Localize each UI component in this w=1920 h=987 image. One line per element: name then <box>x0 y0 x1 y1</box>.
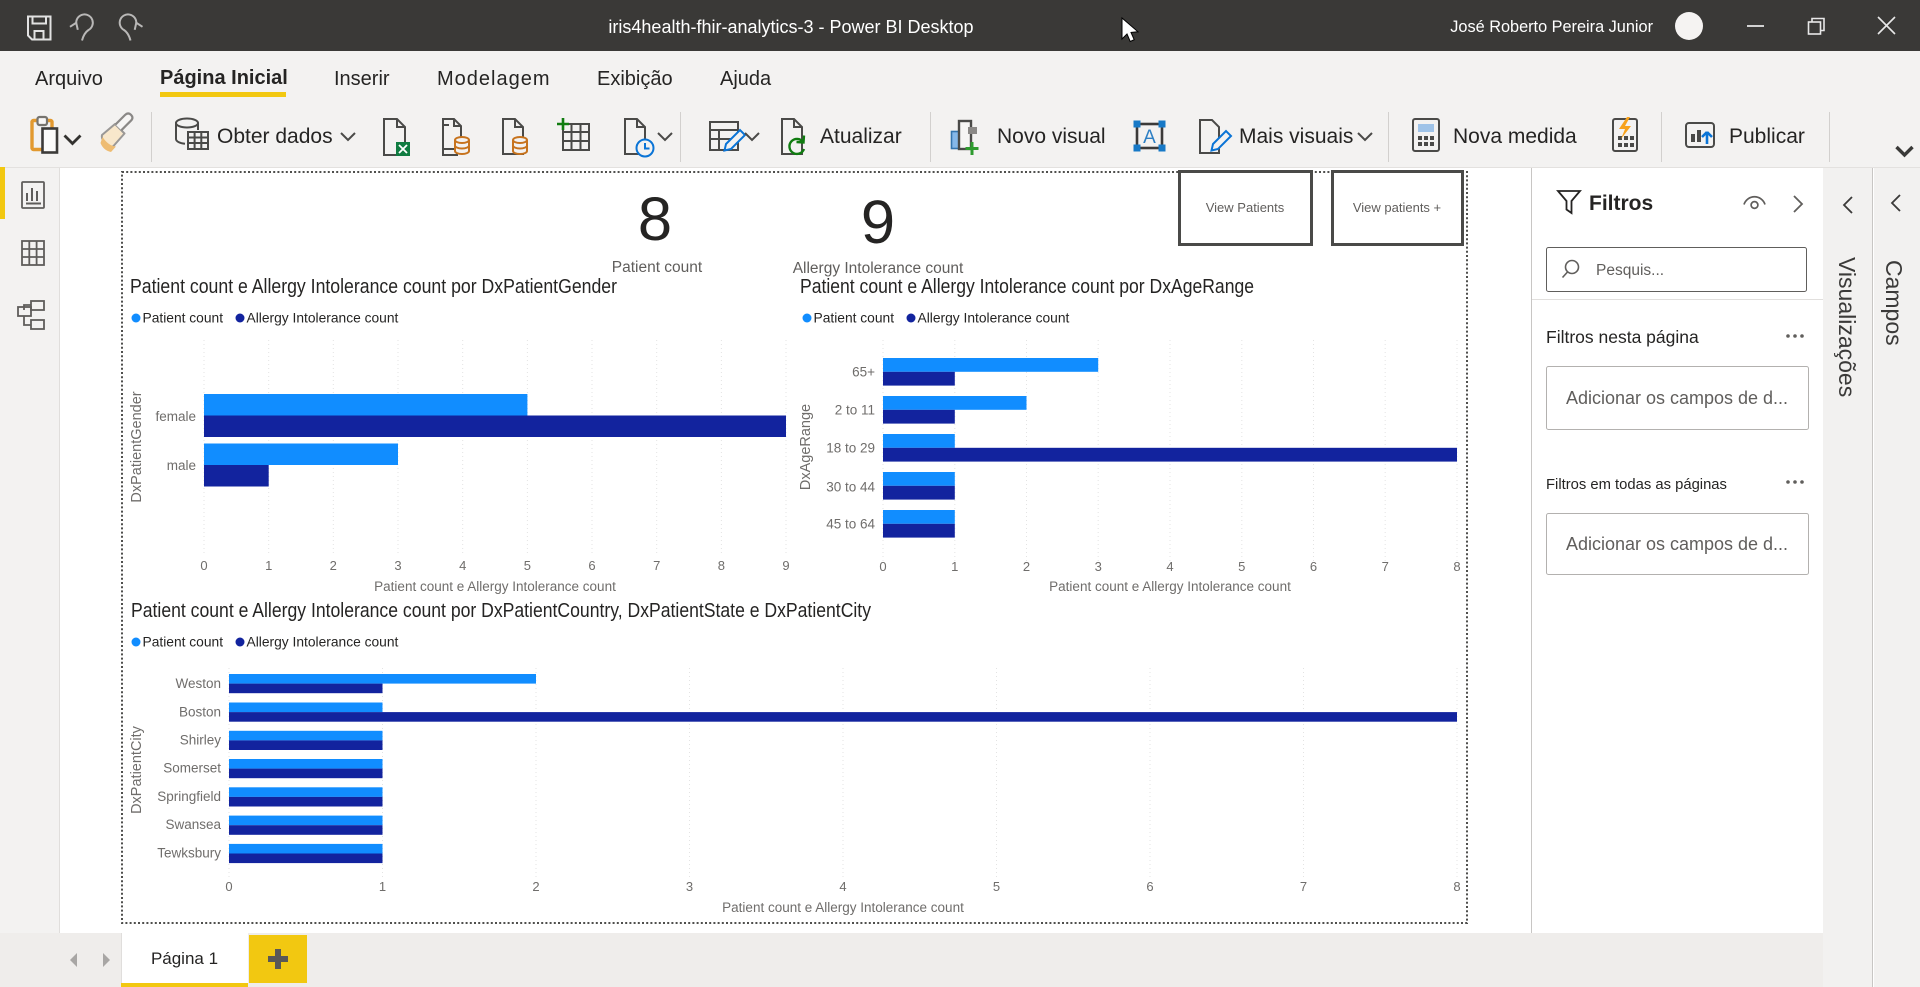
svg-text:3: 3 <box>394 558 401 573</box>
svg-text:DxPatientGender: DxPatientGender <box>129 391 145 502</box>
svg-text:Filtros nesta página: Filtros nesta página <box>1546 327 1699 347</box>
svg-text:Filtros em todas as páginas: Filtros em todas as páginas <box>1546 477 1727 493</box>
svg-text:Patient count: Patient count <box>143 635 224 650</box>
svg-text:Weston: Weston <box>175 676 221 691</box>
svg-text:2: 2 <box>532 879 539 894</box>
svg-text:Adicionar os campos de d...: Adicionar os campos de d... <box>1566 388 1788 408</box>
svg-text:18 to 29: 18 to 29 <box>826 441 875 456</box>
svg-text:Adicionar os campos de d...: Adicionar os campos de d... <box>1566 534 1788 554</box>
svg-text:José Roberto Pereira Junior: José Roberto Pereira Junior <box>1450 18 1653 36</box>
svg-text:View patients +: View patients + <box>1353 200 1441 215</box>
svg-text:Allergy Intolerance count: Allergy Intolerance count <box>247 635 399 650</box>
svg-text:0: 0 <box>200 558 207 573</box>
svg-text:8: 8 <box>718 558 725 573</box>
svg-text:7: 7 <box>653 558 660 573</box>
svg-text:7: 7 <box>1300 879 1307 894</box>
svg-text:Mais visuais: Mais visuais <box>1239 125 1353 148</box>
svg-text:5: 5 <box>524 558 531 573</box>
svg-text:8: 8 <box>638 185 672 254</box>
svg-text:Shirley: Shirley <box>180 733 222 748</box>
svg-text:65+: 65+ <box>852 365 875 380</box>
svg-text:3: 3 <box>1095 559 1102 574</box>
svg-text:male: male <box>167 458 196 473</box>
svg-text:Springfield: Springfield <box>157 789 221 804</box>
svg-text:iris4health-fhir-analytics-3 -: iris4health-fhir-analytics-3 - Power BI … <box>608 17 973 37</box>
svg-text:0: 0 <box>225 879 232 894</box>
svg-text:Patient count: Patient count <box>612 259 703 276</box>
svg-text:Nova medida: Nova medida <box>1453 125 1577 148</box>
svg-text:5: 5 <box>993 879 1000 894</box>
svg-text:Pesquis...: Pesquis... <box>1596 262 1664 279</box>
svg-text:View Patients: View Patients <box>1206 200 1285 215</box>
svg-text:Patient count e Allergy Intole: Patient count e Allergy Intolerance coun… <box>1049 579 1291 594</box>
svg-text:30 to 44: 30 to 44 <box>826 480 875 495</box>
svg-text:3: 3 <box>686 879 693 894</box>
svg-text:5: 5 <box>1238 559 1245 574</box>
svg-text:Filtros: Filtros <box>1589 192 1653 215</box>
svg-text:Allergy Intolerance count: Allergy Intolerance count <box>793 260 964 277</box>
svg-text:Somerset: Somerset <box>163 761 221 776</box>
svg-text:Boston: Boston <box>179 705 221 720</box>
svg-text:Allergy Intolerance count: Allergy Intolerance count <box>918 311 1070 326</box>
svg-text:4: 4 <box>459 558 466 573</box>
svg-text:1: 1 <box>265 558 272 573</box>
svg-text:Obter dados: Obter dados <box>217 125 333 148</box>
svg-text:Allergy Intolerance count: Allergy Intolerance count <box>247 311 399 326</box>
svg-text:Tewksbury: Tewksbury <box>157 846 221 861</box>
svg-text:8: 8 <box>1453 879 1460 894</box>
svg-text:7: 7 <box>1382 559 1389 574</box>
svg-text:1: 1 <box>379 879 386 894</box>
svg-text:9: 9 <box>861 188 895 257</box>
svg-text:6: 6 <box>1146 879 1153 894</box>
svg-text:45 to 64: 45 to 64 <box>826 517 875 532</box>
svg-text:DxAgeRange: DxAgeRange <box>798 404 814 490</box>
svg-text:2: 2 <box>330 558 337 573</box>
svg-text:0: 0 <box>879 559 886 574</box>
svg-text:female: female <box>155 409 196 424</box>
svg-text:Swansea: Swansea <box>165 817 221 832</box>
svg-text:6: 6 <box>1310 559 1317 574</box>
svg-text:9: 9 <box>782 558 789 573</box>
svg-text:Atualizar: Atualizar <box>820 125 902 148</box>
svg-text:Patient count: Patient count <box>814 311 895 326</box>
svg-text:Patient count e Allergy Intole: Patient count e Allergy Intolerance coun… <box>374 579 616 594</box>
svg-text:4: 4 <box>839 879 846 894</box>
svg-text:Patient count: Patient count <box>143 311 224 326</box>
svg-text:Patient count e Allergy Intole: Patient count e Allergy Intolerance coun… <box>800 276 1254 298</box>
svg-text:Patient count e Allergy Intole: Patient count e Allergy Intolerance coun… <box>131 600 871 622</box>
svg-text:4: 4 <box>1166 559 1173 574</box>
svg-text:2 to 11: 2 to 11 <box>835 403 875 418</box>
svg-text:Patient count e Allergy Intole: Patient count e Allergy Intolerance coun… <box>130 276 617 298</box>
svg-text:1: 1 <box>951 559 958 574</box>
svg-text:Patient count e Allergy Intole: Patient count e Allergy Intolerance coun… <box>722 900 964 915</box>
svg-text:6: 6 <box>588 558 595 573</box>
svg-text:DxPatientCity: DxPatientCity <box>129 725 145 814</box>
svg-text:Publicar: Publicar <box>1729 125 1805 148</box>
svg-text:A: A <box>1143 127 1156 148</box>
svg-text:8: 8 <box>1453 559 1460 574</box>
svg-text:Novo visual: Novo visual <box>997 125 1106 148</box>
svg-text:2: 2 <box>1023 559 1030 574</box>
